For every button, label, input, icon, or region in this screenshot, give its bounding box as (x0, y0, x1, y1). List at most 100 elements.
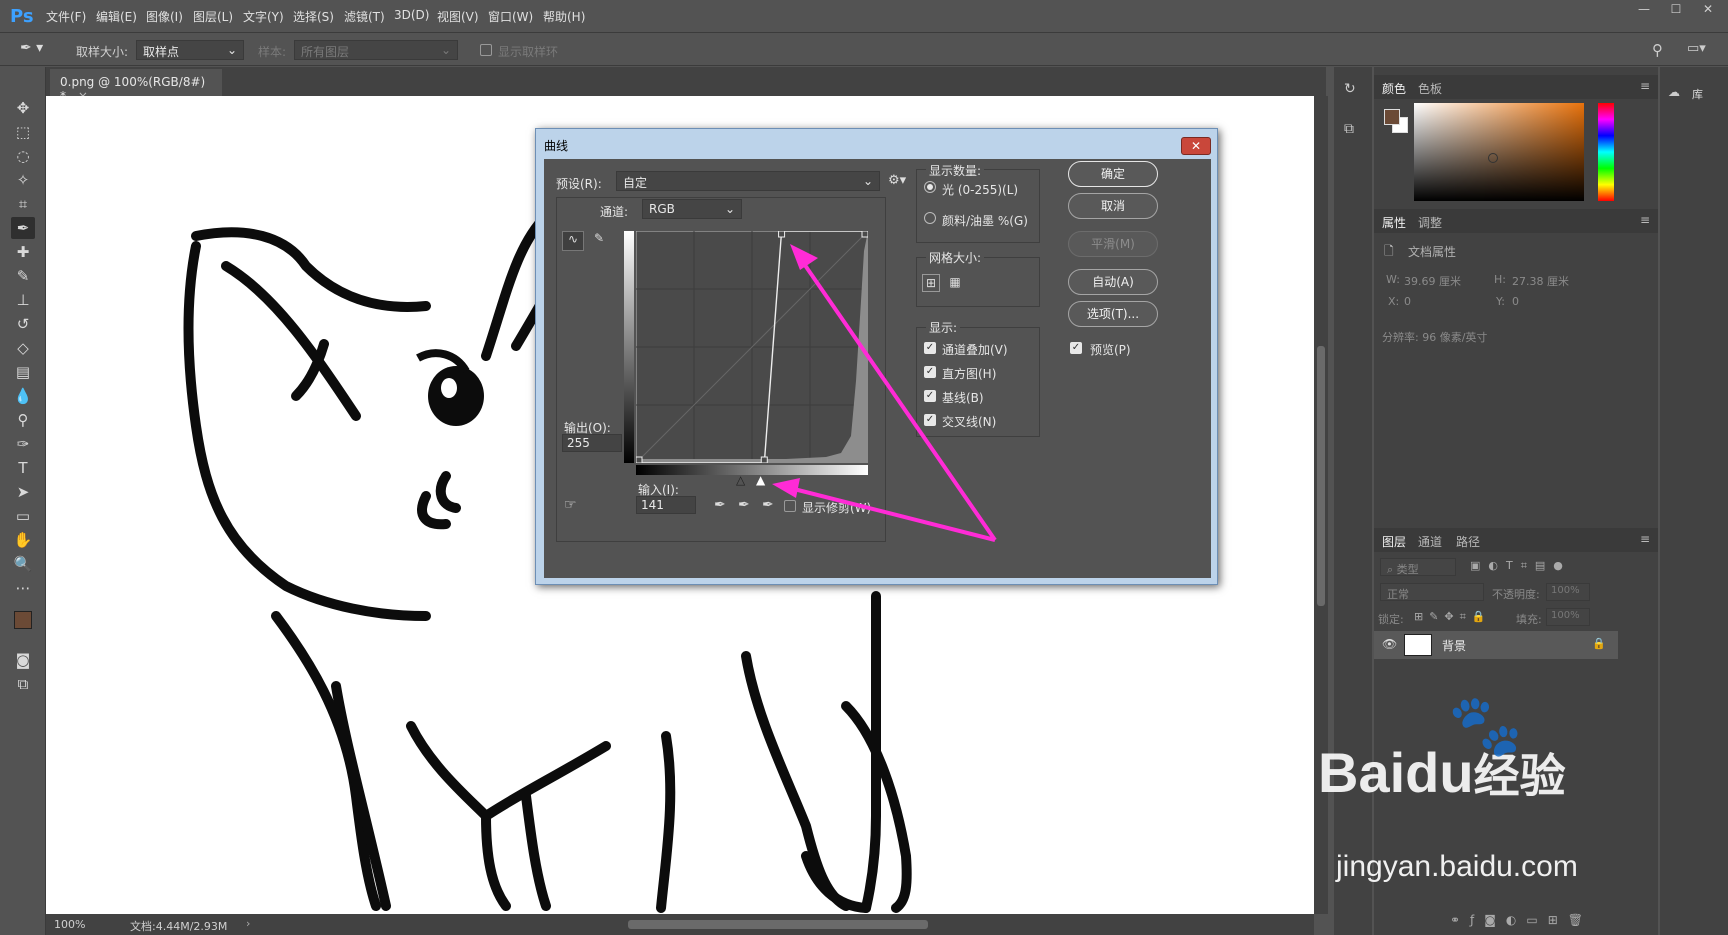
menu-edit[interactable]: 编辑(E) (96, 8, 137, 25)
tab-color[interactable]: 颜色 (1382, 80, 1406, 97)
color-foreground-swatch[interactable] (1384, 109, 1400, 125)
foreground-color-swatch[interactable] (14, 611, 32, 629)
dialog-close-button[interactable]: ✕ (1181, 137, 1211, 155)
channel-overlay-checkbox[interactable]: ✓ (924, 342, 936, 354)
workspace-icon[interactable]: ▭▾ (1687, 41, 1706, 56)
brush-tool-icon[interactable]: ✎ (11, 265, 35, 287)
close-window-button[interactable]: ✕ (1693, 2, 1723, 20)
pigment-radio[interactable] (924, 212, 936, 224)
layer-name[interactable]: 背景 (1442, 637, 1466, 654)
tab-properties[interactable]: 属性 (1382, 214, 1406, 231)
menu-view[interactable]: 视图(V) (437, 8, 479, 25)
crop-tool-icon[interactable]: ⌗ (11, 193, 35, 215)
menu-file[interactable]: 文件(F) (46, 8, 86, 25)
tab-adjustments[interactable]: 调整 (1418, 214, 1442, 231)
menu-filter[interactable]: 滤镜(T) (344, 8, 385, 25)
panel-menu-icon[interactable]: ≡ (1640, 532, 1650, 546)
magic-wand-tool-icon[interactable]: ✧ (11, 169, 35, 191)
marquee-tool-icon[interactable]: ⬚ (11, 121, 35, 143)
path-selection-tool-icon[interactable]: ➤ (11, 481, 35, 503)
menu-3d[interactable]: 3D(D) (394, 8, 429, 22)
sample-select[interactable]: 所有图层 ⌄ (294, 40, 458, 60)
pen-tool-icon[interactable]: ✑ (11, 433, 35, 455)
menu-type[interactable]: 文字(Y) (243, 8, 284, 25)
zoom-level[interactable]: 100% (54, 918, 85, 931)
scrollbar-thumb[interactable] (1317, 346, 1325, 606)
eraser-tool-icon[interactable]: ◇ (11, 337, 35, 359)
tab-swatches[interactable]: 色板 (1418, 80, 1442, 97)
stamp-tool-icon[interactable]: ⊥ (11, 289, 35, 311)
healing-brush-tool-icon[interactable]: ✚ (11, 241, 35, 263)
tab-layers[interactable]: 图层 (1382, 533, 1406, 550)
sample-size-select[interactable]: 取样点 ⌄ (136, 40, 244, 60)
intersection-checkbox[interactable]: ✓ (924, 414, 936, 426)
show-clipping-checkbox[interactable] (784, 500, 796, 512)
curve-control-point[interactable] (778, 231, 786, 238)
layer-filter-icons[interactable]: ▣◐T⌗▤● (1470, 559, 1571, 573)
curve-control-point[interactable] (760, 456, 768, 463)
rectangle-tool-icon[interactable]: ▭ (11, 505, 35, 527)
more-tools-icon[interactable]: ⋯ (11, 577, 35, 599)
color-field[interactable] (1414, 103, 1584, 201)
tab-channels[interactable]: 通道 (1418, 533, 1442, 550)
simple-grid-icon[interactable]: ⊞ (922, 274, 940, 292)
type-tool-icon[interactable]: T (11, 457, 35, 479)
preset-select[interactable]: 自定 ⌄ (616, 171, 880, 191)
hue-slider[interactable] (1598, 103, 1614, 201)
cancel-button[interactable]: 取消 (1068, 193, 1158, 219)
eyedropper-tool-preset-icon[interactable]: ✒ ▾ (20, 40, 56, 60)
baseline-checkbox[interactable]: ✓ (924, 390, 936, 402)
gradient-tool-icon[interactable]: ▤ (11, 361, 35, 383)
color-picker-cursor[interactable] (1488, 153, 1498, 163)
gray-eyedropper-icon[interactable]: ✒ (738, 497, 750, 513)
curve-control-point[interactable] (636, 456, 643, 463)
eye-icon[interactable]: 👁 (1382, 637, 1397, 651)
dodge-tool-icon[interactable]: ⚲ (11, 409, 35, 431)
menu-select[interactable]: 选择(S) (293, 8, 334, 25)
curve-point-tool-icon[interactable]: ∿ (562, 231, 584, 251)
hand-tool-icon[interactable]: ✋ (11, 529, 35, 551)
input-field[interactable]: 141 (636, 496, 696, 514)
history-brush-tool-icon[interactable]: ↺ (11, 313, 35, 335)
smooth-button[interactable]: 平滑(M) (1068, 231, 1158, 257)
minimize-button[interactable]: — (1629, 2, 1659, 20)
horizontal-scrollbar-thumb[interactable] (628, 920, 928, 929)
tab-paths[interactable]: 路径 (1456, 533, 1480, 550)
libraries-label[interactable]: 库 (1692, 86, 1703, 102)
zoom-tool-icon[interactable]: 🔍 (11, 553, 35, 575)
libraries-icon[interactable]: ☁ (1668, 85, 1680, 99)
maximize-button[interactable]: ☐ (1661, 2, 1691, 20)
blend-mode-select[interactable]: 正常 (1380, 583, 1484, 601)
menu-image[interactable]: 图像(I) (146, 8, 183, 25)
target-adjust-hand-icon[interactable]: ☞ (564, 497, 577, 513)
move-tool-icon[interactable]: ✥ (11, 97, 35, 119)
menu-window[interactable]: 窗口(W) (488, 8, 533, 25)
curve-control-point[interactable] (861, 231, 868, 238)
pencil-tool-icon[interactable]: ✎ (588, 231, 610, 251)
layer-footer-icons[interactable]: ⚭ƒ◙◐▭⊞🗑 (1450, 913, 1593, 927)
output-field[interactable]: 255 (562, 434, 622, 452)
menu-help[interactable]: 帮助(H) (543, 8, 585, 25)
curve-graph[interactable] (636, 231, 868, 463)
lock-icons[interactable]: ⊞✎✥⌗🔒 (1414, 610, 1492, 624)
black-eyedropper-icon[interactable]: ✒ (714, 497, 726, 513)
menu-layer[interactable]: 图层(L) (193, 8, 233, 25)
chevron-right-icon[interactable]: › (246, 917, 250, 930)
quick-mask-icon[interactable]: ◙ (11, 649, 35, 671)
eyedropper-tool-icon[interactable]: ✒ (11, 217, 35, 239)
show-ring-checkbox[interactable] (480, 44, 492, 56)
document-tab[interactable]: 0.png @ 100%(RGB/8#) * × (50, 69, 222, 103)
fill-field[interactable]: 100% (1546, 608, 1590, 626)
detailed-grid-icon[interactable]: ▦ (946, 274, 964, 292)
preset-options-gear-icon[interactable]: ⚙▾ (888, 173, 906, 188)
layer-row[interactable]: 👁 背景 🔒 (1374, 631, 1618, 659)
screen-mode-icon[interactable]: ⧉ (11, 673, 35, 695)
panel-menu-icon[interactable]: ≡ (1640, 213, 1650, 227)
ok-button[interactable]: 确定 (1068, 161, 1158, 187)
preview-checkbox[interactable]: ✓ (1070, 342, 1082, 354)
white-point-slider-icon[interactable]: ▲ (756, 473, 765, 487)
auto-button[interactable]: 自动(A) (1068, 269, 1158, 295)
history-panel-icon[interactable]: ↻ (1344, 81, 1356, 97)
lasso-tool-icon[interactable]: ◌ (11, 145, 35, 167)
light-radio[interactable] (924, 181, 936, 193)
